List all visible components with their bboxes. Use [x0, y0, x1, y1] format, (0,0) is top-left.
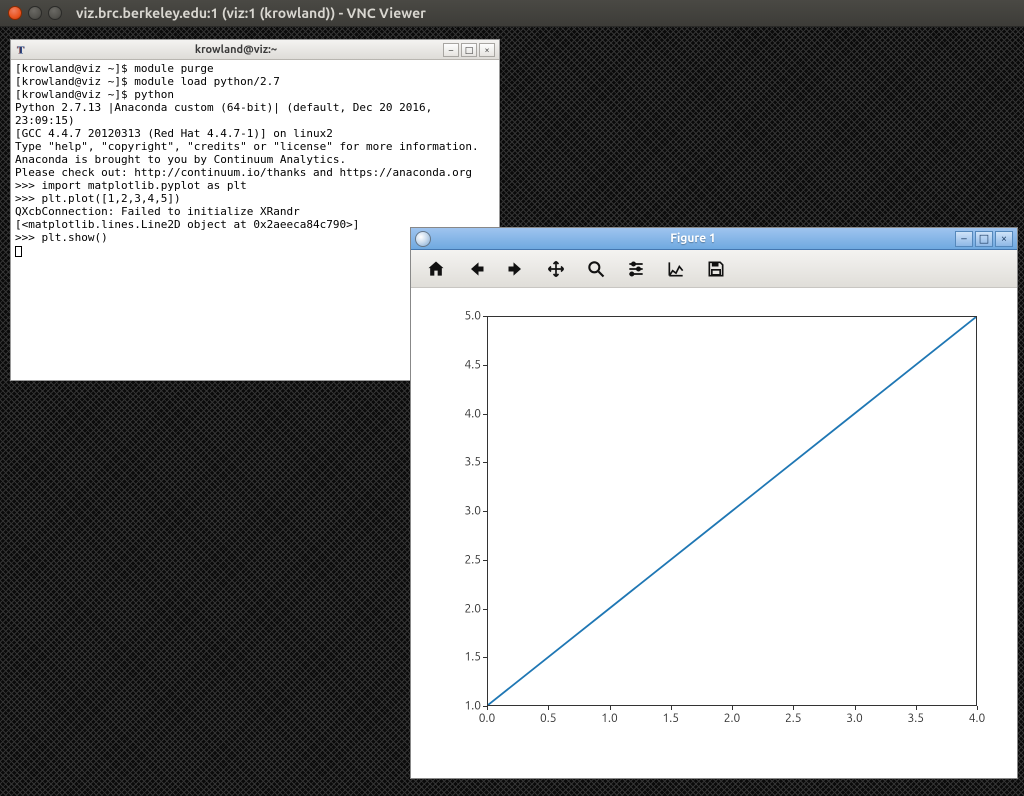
terminal-line: [<matplotlib.lines.Line2D object at 0x2a…	[15, 218, 359, 231]
svg-text:T: T	[18, 45, 25, 56]
plot-axes	[487, 316, 977, 706]
minimize-icon[interactable]	[28, 6, 42, 20]
vnc-title: viz.brc.berkeley.edu:1 (viz:1 (krowland)…	[76, 5, 426, 21]
terminal-title: krowland@viz:~	[33, 44, 439, 56]
y-tick-label: 4.5	[451, 358, 481, 371]
desktop-area: TT krowland@viz:~ – □ × [krowland@viz ~]…	[0, 27, 1024, 796]
minimize-button[interactable]: –	[955, 231, 973, 247]
x-tick-label: 0.5	[540, 712, 557, 725]
configure-icon[interactable]	[625, 258, 647, 280]
maximize-button[interactable]: □	[461, 43, 477, 57]
x-tick-label: 1.5	[663, 712, 680, 725]
terminal-line: QXcbConnection: Failed to initialize XRa…	[15, 205, 300, 218]
x-tick	[548, 706, 549, 710]
x-tick-label: 3.0	[846, 712, 863, 725]
y-tick-label: 3.5	[451, 456, 481, 469]
terminal-line: Please check out: http://continuum.io/th…	[15, 166, 472, 179]
y-tick	[483, 462, 487, 463]
plot-line	[488, 317, 976, 705]
figure-window-buttons: – □ ×	[955, 231, 1013, 247]
x-tick	[977, 706, 978, 710]
axes-icon[interactable]	[665, 258, 687, 280]
y-tick-label: 4.0	[451, 407, 481, 420]
terminal-window-buttons: – □ ×	[443, 43, 495, 57]
y-tick	[483, 657, 487, 658]
terminal-line: [krowland@viz ~]$ python	[15, 88, 174, 101]
terminal-line: >>> plt.show()	[15, 231, 108, 244]
figure-canvas[interactable]: 1.0 1.5 2.0 2.5 3.0 3.5 4.0 4.5 5.0 0.0 0.5 1.0 1.5 2…	[411, 288, 1017, 778]
figure-toolbar	[411, 250, 1017, 288]
x-tick	[855, 706, 856, 710]
close-button[interactable]: ×	[995, 231, 1013, 247]
forward-icon[interactable]	[505, 258, 527, 280]
terminal-line: Python 2.7.13 |Anaconda custom (64-bit)|…	[15, 101, 439, 127]
figure-title: Figure 1	[431, 232, 955, 245]
minimize-button[interactable]: –	[443, 43, 459, 57]
y-tick	[483, 511, 487, 512]
terminal-cursor	[15, 246, 22, 257]
close-button[interactable]: ×	[479, 43, 495, 57]
y-tick-label: 2.5	[451, 553, 481, 566]
zoom-icon[interactable]	[585, 258, 607, 280]
vnc-window-buttons	[8, 6, 62, 20]
home-icon[interactable]	[425, 258, 447, 280]
maximize-button[interactable]: □	[975, 231, 993, 247]
x-tick	[793, 706, 794, 710]
x-tick-label: 2.5	[785, 712, 802, 725]
x-tick	[732, 706, 733, 710]
terminal-line: [GCC 4.4.7 20120313 (Red Hat 4.4.7-1)] o…	[15, 127, 333, 140]
maximize-icon[interactable]	[48, 6, 62, 20]
y-tick-label: 3.0	[451, 505, 481, 518]
y-tick-label: 2.0	[451, 602, 481, 615]
y-tick	[483, 560, 487, 561]
x-tick	[671, 706, 672, 710]
x-tick	[916, 706, 917, 710]
x-tick-label: 0.0	[479, 712, 496, 725]
y-tick	[483, 414, 487, 415]
y-tick	[483, 609, 487, 610]
terminal-titlebar[interactable]: TT krowland@viz:~ – □ ×	[11, 40, 499, 60]
x-tick-label: 4.0	[969, 712, 986, 725]
x-tick	[487, 706, 488, 710]
pan-icon[interactable]	[545, 258, 567, 280]
save-icon[interactable]	[705, 258, 727, 280]
terminal-line: Anaconda is brought to you by Continuum …	[15, 153, 346, 166]
figure-titlebar[interactable]: Figure 1 – □ ×	[411, 228, 1017, 250]
terminal-line: [krowland@viz ~]$ module purge	[15, 62, 214, 75]
y-tick	[483, 316, 487, 317]
back-icon[interactable]	[465, 258, 487, 280]
x-tick	[610, 706, 611, 710]
x-tick-label: 1.0	[601, 712, 618, 725]
terminal-app-icon: TT	[15, 43, 29, 57]
y-tick-label: 5.0	[451, 310, 481, 323]
y-tick	[483, 365, 487, 366]
y-tick-label: 1.5	[451, 651, 481, 664]
y-tick-label: 1.0	[451, 700, 481, 713]
terminal-line: [krowland@viz ~]$ module load python/2.7	[15, 75, 280, 88]
figure-window[interactable]: Figure 1 – □ ×	[410, 227, 1018, 779]
terminal-line: >>> import matplotlib.pyplot as plt	[15, 179, 247, 192]
terminal-line: >>> plt.plot([1,2,3,4,5])	[15, 192, 181, 205]
vnc-titlebar: viz.brc.berkeley.edu:1 (viz:1 (krowland)…	[0, 0, 1024, 27]
x-tick-label: 3.5	[908, 712, 925, 725]
figure-app-icon	[415, 231, 431, 247]
terminal-line: Type "help", "copyright", "credits" or "…	[15, 140, 479, 153]
close-icon[interactable]	[8, 6, 22, 20]
x-tick-label: 2.0	[724, 712, 741, 725]
